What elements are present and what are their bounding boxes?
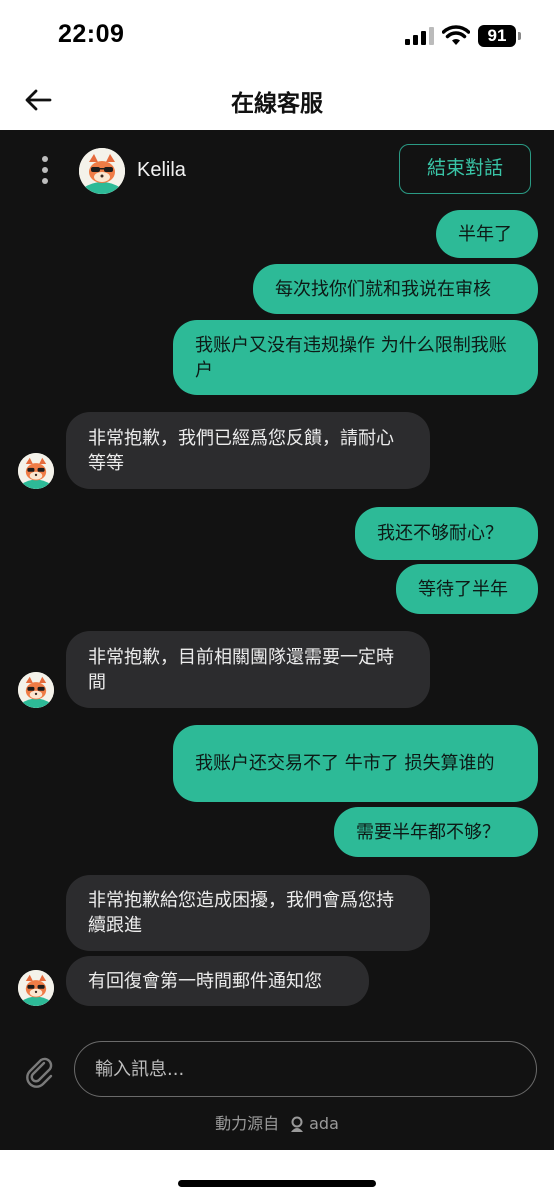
message-text: 非常抱歉給您造成困擾，我們會爲您持續跟進 (88, 890, 394, 936)
page-title: 在線客服 (231, 91, 323, 117)
message-user: 需要半年都不够？ (334, 807, 538, 857)
message-agent: 非常抱歉，我們已經爲您反饋，請耐心等等 (66, 412, 430, 489)
message-agent: 非常抱歉給您造成困擾，我們會爲您持續跟進 (66, 875, 430, 951)
message-text: 需要半年都不够？ (356, 821, 500, 843)
message-text: 非常抱歉，目前相關團隊還需要一定時間 (88, 646, 394, 693)
ada-brand[interactable]: ada (309, 1114, 339, 1133)
agent-name: Kelila (137, 159, 186, 181)
battery-indicator: 91 (478, 25, 516, 47)
message-user: 等待了半年 (396, 564, 538, 614)
message-input[interactable] (74, 1041, 537, 1097)
message-text: 有回復會第一時間郵件通知您 (88, 970, 322, 992)
message-agent: 非常抱歉，目前相關團隊還需要一定時間 (66, 631, 430, 708)
agent-bar: Kelila 結束對話 (0, 130, 554, 210)
message-agent: 有回復會第一時間郵件通知您 (66, 956, 369, 1006)
home-indicator[interactable] (178, 1180, 376, 1187)
home-bar-area (0, 1150, 554, 1200)
agent-avatar (18, 970, 54, 1006)
battery-cap (518, 32, 521, 40)
message-user: 每次找你们就和我说在审核 (253, 264, 538, 314)
chat-panel: Kelila 結束對話 半年了 每次找你们就和我说在审核 我账户又没有违规操作 … (0, 130, 554, 1150)
agent-avatar (79, 148, 125, 194)
agent-avatar (18, 453, 54, 489)
more-menu-icon[interactable] (36, 154, 56, 188)
message-text: 我还不够耐心？ (377, 523, 503, 544)
ada-logo-icon (291, 1116, 304, 1132)
message-user: 半年了 (436, 210, 538, 258)
message-user: 我还不够耐心？ (355, 507, 538, 560)
status-bar: 22:09 91 (0, 0, 554, 70)
agent-avatar (18, 672, 54, 708)
message-text: 我账户又没有违规操作 为什么限制我账户 (195, 334, 507, 381)
message-text: 我账户还交易不了 牛市了 损失算谁的 (195, 753, 495, 774)
message-text: 非常抱歉，我們已經爲您反饋，請耐心等等 (88, 427, 394, 474)
end-chat-button[interactable]: 結束對話 (399, 144, 531, 194)
nav-header: 在線客服 (0, 70, 554, 130)
signal-icon (405, 27, 434, 45)
message-user: 我账户又没有违规操作 为什么限制我账户 (173, 320, 538, 395)
message-text: 每次找你们就和我说在审核 (275, 278, 491, 300)
message-text: 等待了半年 (418, 578, 508, 600)
status-time: 22:09 (58, 20, 125, 48)
powered-by: 動力源自 ada (0, 1110, 554, 1134)
wifi-icon (442, 25, 470, 45)
paperclip-icon[interactable] (22, 1054, 58, 1090)
message-user: 我账户还交易不了 牛市了 损失算谁的 (173, 725, 538, 802)
message-text: 半年了 (458, 223, 512, 245)
powered-by-label: 動力源自 (215, 1114, 280, 1133)
